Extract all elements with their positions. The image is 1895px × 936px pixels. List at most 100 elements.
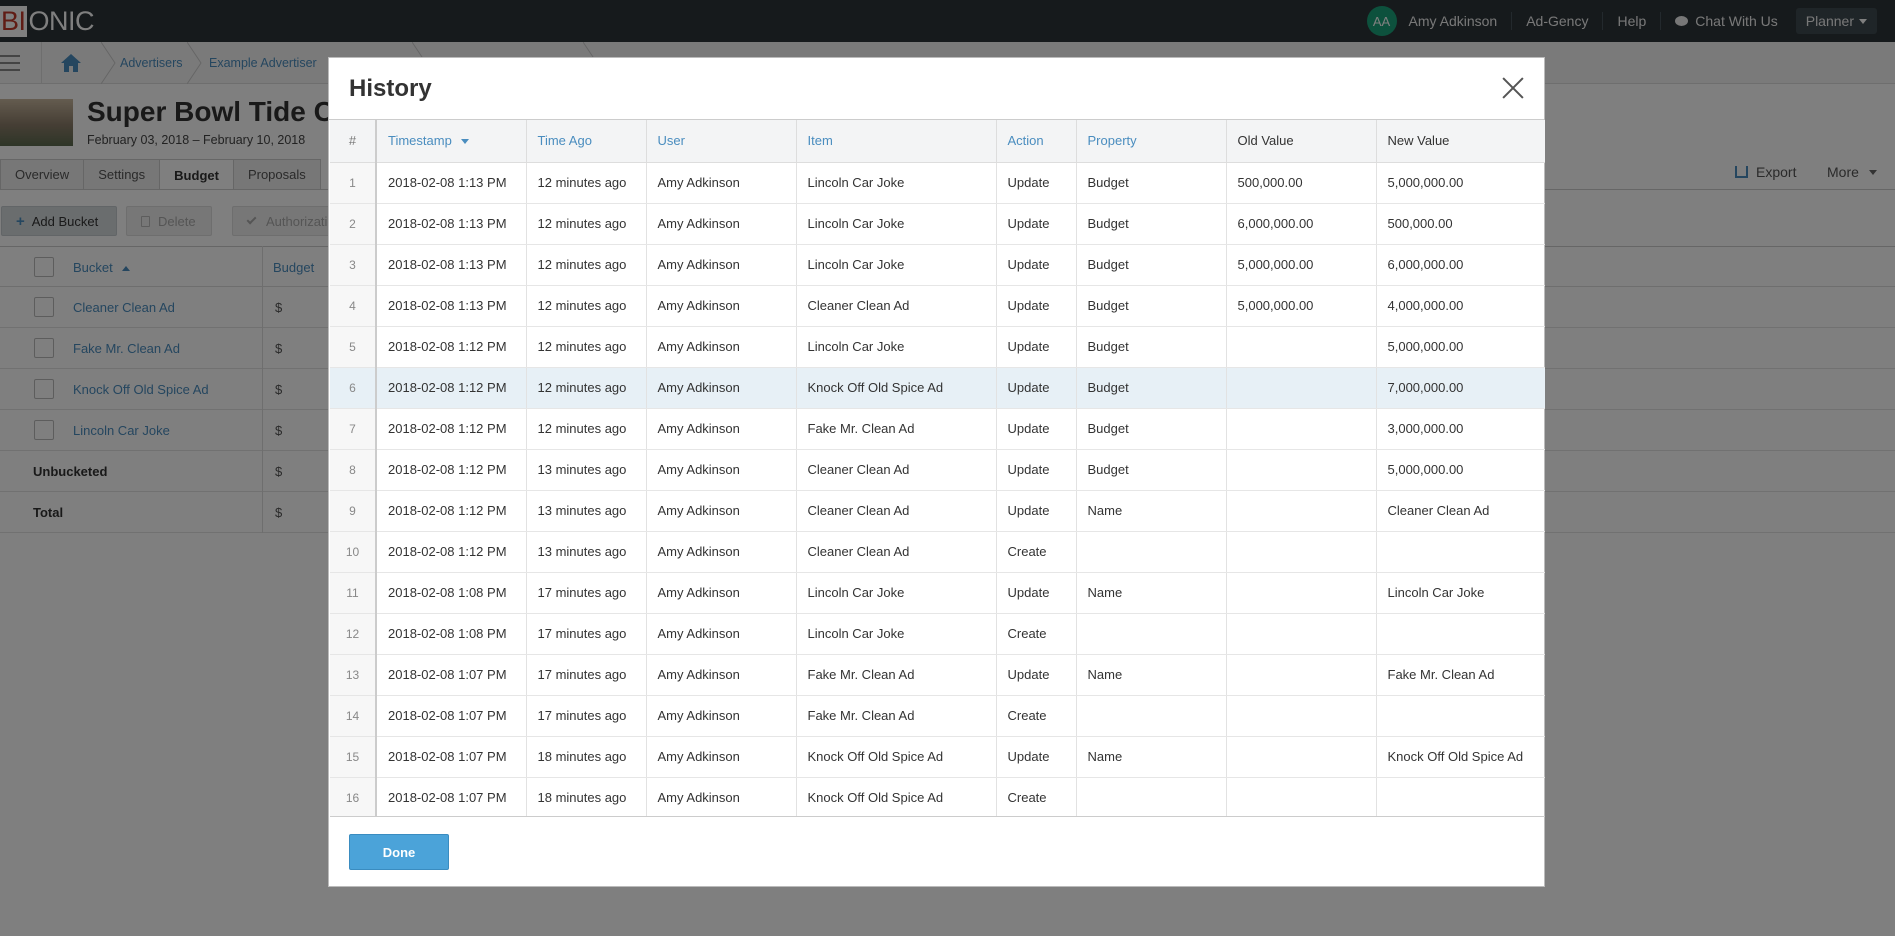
new-value-cell bbox=[1376, 531, 1545, 573]
item-cell: Cleaner Clean Ad bbox=[796, 531, 997, 573]
action-cell: Update bbox=[996, 367, 1077, 409]
old-value-cell bbox=[1226, 777, 1377, 816]
history-row[interactable]: 14 2018-02-08 1:07 PM 17 minutes ago Amy Ad… bbox=[330, 695, 1545, 737]
column-user[interactable]: User bbox=[646, 120, 797, 163]
column-item[interactable]: Item bbox=[796, 120, 997, 163]
property-cell bbox=[1076, 531, 1227, 573]
done-button[interactable]: Done bbox=[349, 834, 449, 870]
old-value-cell bbox=[1226, 531, 1377, 573]
old-value-cell: 5,000,000.00 bbox=[1226, 244, 1377, 286]
history-row[interactable]: 6 2018-02-08 1:12 PM 12 minutes ago Amy Adk… bbox=[330, 367, 1545, 409]
history-modal: History # Timestamp Time Ago User Item A… bbox=[328, 57, 1545, 887]
row-index: 11 bbox=[330, 572, 377, 614]
close-icon[interactable] bbox=[1502, 77, 1524, 99]
time-ago-cell: 12 minutes ago bbox=[526, 326, 647, 368]
row-index: 6 bbox=[330, 367, 377, 409]
timestamp-cell: 2018-02-08 1:12 PM bbox=[376, 367, 527, 409]
history-row[interactable]: 5 2018-02-08 1:12 PM 12 minutes ago Amy Adk… bbox=[330, 326, 1545, 368]
column-time-ago[interactable]: Time Ago bbox=[526, 120, 647, 163]
timestamp-cell: 2018-02-08 1:07 PM bbox=[376, 654, 527, 696]
history-row[interactable]: 16 2018-02-08 1:07 PM 18 minutes ago Amy Ad… bbox=[330, 777, 1545, 816]
new-value-cell: 3,000,000.00 bbox=[1376, 408, 1545, 450]
user-cell: Amy Adkinson bbox=[646, 326, 797, 368]
action-cell: Create bbox=[996, 613, 1077, 655]
row-index: 9 bbox=[330, 490, 377, 532]
timestamp-cell: 2018-02-08 1:12 PM bbox=[376, 408, 527, 450]
action-cell: Update bbox=[996, 490, 1077, 532]
action-cell: Update bbox=[996, 162, 1077, 204]
column-action[interactable]: Action bbox=[996, 120, 1077, 163]
time-ago-cell: 12 minutes ago bbox=[526, 244, 647, 286]
history-row[interactable]: 1 2018-02-08 1:13 PM 12 minutes ago Amy Adk… bbox=[330, 162, 1545, 204]
timestamp-cell: 2018-02-08 1:08 PM bbox=[376, 572, 527, 614]
time-ago-cell: 17 minutes ago bbox=[526, 695, 647, 737]
timestamp-cell: 2018-02-08 1:12 PM bbox=[376, 531, 527, 573]
old-value-cell bbox=[1226, 490, 1377, 532]
user-cell: Amy Adkinson bbox=[646, 285, 797, 327]
time-ago-cell: 12 minutes ago bbox=[526, 162, 647, 204]
row-index: 13 bbox=[330, 654, 377, 696]
old-value-cell: 6,000,000.00 bbox=[1226, 203, 1377, 245]
user-cell: Amy Adkinson bbox=[646, 162, 797, 204]
property-cell: Name bbox=[1076, 736, 1227, 778]
history-row[interactable]: 7 2018-02-08 1:12 PM 12 minutes ago Amy Adk… bbox=[330, 408, 1545, 450]
time-ago-cell: 12 minutes ago bbox=[526, 285, 647, 327]
history-row[interactable]: 3 2018-02-08 1:13 PM 12 minutes ago Amy Adk… bbox=[330, 244, 1545, 286]
user-cell: Amy Adkinson bbox=[646, 777, 797, 816]
history-table-header: # Timestamp Time Ago User Item Action Pr… bbox=[330, 120, 1545, 163]
history-row[interactable]: 10 2018-02-08 1:12 PM 13 minutes ago Amy Ad… bbox=[330, 531, 1545, 573]
new-value-cell bbox=[1376, 777, 1545, 816]
history-table: # Timestamp Time Ago User Item Action Pr… bbox=[330, 120, 1545, 816]
item-cell: Knock Off Old Spice Ad bbox=[796, 367, 997, 409]
history-row[interactable]: 8 2018-02-08 1:12 PM 13 minutes ago Amy Adk… bbox=[330, 449, 1545, 491]
user-cell: Amy Adkinson bbox=[646, 695, 797, 737]
item-cell: Lincoln Car Joke bbox=[796, 244, 997, 286]
time-ago-cell: 13 minutes ago bbox=[526, 531, 647, 573]
history-table-scroll[interactable]: # Timestamp Time Ago User Item Action Pr… bbox=[330, 120, 1545, 817]
item-cell: Lincoln Car Joke bbox=[796, 326, 997, 368]
new-value-cell: 7,000,000.00 bbox=[1376, 367, 1545, 409]
item-cell: Cleaner Clean Ad bbox=[796, 285, 997, 327]
history-row[interactable]: 12 2018-02-08 1:08 PM 17 minutes ago Amy Ad… bbox=[330, 613, 1545, 655]
timestamp-cell: 2018-02-08 1:12 PM bbox=[376, 326, 527, 368]
item-cell: Fake Mr. Clean Ad bbox=[796, 695, 997, 737]
column-property[interactable]: Property bbox=[1076, 120, 1227, 163]
time-ago-cell: 18 minutes ago bbox=[526, 777, 647, 816]
row-index: 15 bbox=[330, 736, 377, 778]
time-ago-cell: 18 minutes ago bbox=[526, 736, 647, 778]
timestamp-cell: 2018-02-08 1:12 PM bbox=[376, 490, 527, 532]
history-row[interactable]: 2 2018-02-08 1:13 PM 12 minutes ago Amy Adk… bbox=[330, 203, 1545, 245]
time-ago-cell: 12 minutes ago bbox=[526, 408, 647, 450]
user-cell: Amy Adkinson bbox=[646, 736, 797, 778]
property-cell: Budget bbox=[1076, 408, 1227, 450]
history-row[interactable]: 13 2018-02-08 1:07 PM 17 minutes ago Amy Ad… bbox=[330, 654, 1545, 696]
timestamp-cell: 2018-02-08 1:07 PM bbox=[376, 777, 527, 816]
new-value-cell bbox=[1376, 695, 1545, 737]
history-row[interactable]: 4 2018-02-08 1:13 PM 12 minutes ago Amy Adk… bbox=[330, 285, 1545, 327]
timestamp-cell: 2018-02-08 1:07 PM bbox=[376, 736, 527, 778]
time-ago-cell: 17 minutes ago bbox=[526, 572, 647, 614]
old-value-cell bbox=[1226, 736, 1377, 778]
item-cell: Lincoln Car Joke bbox=[796, 613, 997, 655]
history-row[interactable]: 11 2018-02-08 1:08 PM 17 minutes ago Amy Ad… bbox=[330, 572, 1545, 614]
property-cell: Budget bbox=[1076, 449, 1227, 491]
timestamp-cell: 2018-02-08 1:07 PM bbox=[376, 695, 527, 737]
history-table-body: 1 2018-02-08 1:13 PM 12 minutes ago Amy Adk… bbox=[330, 162, 1545, 816]
history-row[interactable]: 9 2018-02-08 1:12 PM 13 minutes ago Amy Adk… bbox=[330, 490, 1545, 532]
item-cell: Lincoln Car Joke bbox=[796, 203, 997, 245]
modal-header: History bbox=[329, 58, 1544, 120]
property-cell: Budget bbox=[1076, 285, 1227, 327]
history-row[interactable]: 15 2018-02-08 1:07 PM 18 minutes ago Amy Ad… bbox=[330, 736, 1545, 778]
modal-title: History bbox=[349, 75, 432, 102]
item-cell: Lincoln Car Joke bbox=[796, 162, 997, 204]
user-cell: Amy Adkinson bbox=[646, 203, 797, 245]
user-cell: Amy Adkinson bbox=[646, 572, 797, 614]
row-index: 1 bbox=[330, 162, 377, 204]
old-value-cell bbox=[1226, 408, 1377, 450]
column-timestamp-label: Timestamp bbox=[388, 133, 452, 149]
action-cell: Create bbox=[996, 695, 1077, 737]
timestamp-cell: 2018-02-08 1:08 PM bbox=[376, 613, 527, 655]
column-timestamp[interactable]: Timestamp bbox=[376, 120, 527, 163]
column-new-value: New Value bbox=[1376, 120, 1545, 163]
row-index: 5 bbox=[330, 326, 377, 368]
